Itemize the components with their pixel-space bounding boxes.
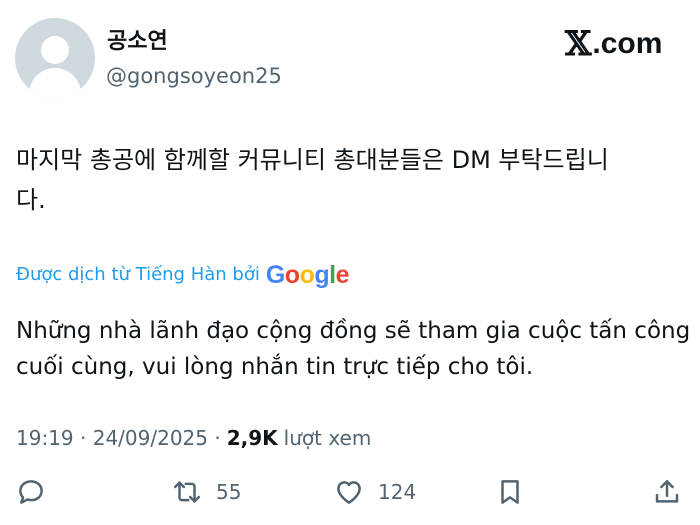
meta-separator: · bbox=[80, 426, 87, 450]
translation-label[interactable]: Được dịch từ Tiếng Hàn bởi bbox=[16, 262, 260, 288]
bookmark-button[interactable] bbox=[495, 470, 525, 514]
post-date[interactable]: 24/09/2025 bbox=[93, 424, 208, 452]
repost-button[interactable]: 55 bbox=[172, 470, 241, 514]
author-display-name[interactable]: 공소연 bbox=[107, 28, 168, 56]
tweet-meta: 19:19 · 24/09/2025 · 2,9K lượt xem bbox=[16, 424, 371, 452]
google-letter: g bbox=[314, 261, 330, 289]
google-letter: G bbox=[265, 261, 285, 289]
google-letter: o bbox=[284, 261, 300, 289]
translated-text: Những nhà lãnh đạo cộng đồng sẽ tham gia… bbox=[16, 318, 691, 380]
x-logo-icon: 𝕏 bbox=[565, 24, 592, 64]
views-label: lượt xem bbox=[283, 426, 372, 450]
google-letter: e bbox=[335, 261, 350, 289]
share-button[interactable] bbox=[652, 470, 682, 514]
repost-icon bbox=[173, 481, 201, 503]
repost-count: 55 bbox=[216, 480, 242, 504]
x-com-logo: 𝕏 .com bbox=[565, 24, 663, 64]
google-logo: Google bbox=[265, 261, 350, 289]
post-time[interactable]: 19:19 bbox=[16, 424, 74, 452]
avatar-head-shape bbox=[41, 36, 69, 64]
avatar[interactable] bbox=[15, 18, 95, 98]
bookmark-icon bbox=[501, 480, 519, 504]
avatar-body-shape bbox=[29, 68, 81, 98]
author-handle[interactable]: @gongsoyeon25 bbox=[106, 62, 282, 90]
share-icon bbox=[655, 480, 679, 503]
heart-icon bbox=[337, 481, 361, 504]
translation-attribution[interactable]: Được dịch từ Tiếng Hàn bởi Google bbox=[16, 261, 350, 289]
tweet-text: 마지막 총공에 함께할 커뮤니티 총대분들은 DM 부탁드립니 다. bbox=[16, 146, 609, 214]
google-letter: o bbox=[299, 261, 315, 289]
reply-button[interactable] bbox=[16, 470, 46, 514]
meta-separator: · bbox=[214, 426, 221, 450]
like-count: 124 bbox=[378, 480, 417, 504]
logo-domain-text: .com bbox=[592, 27, 663, 60]
views-count: 2,9K bbox=[226, 426, 278, 450]
action-bar: 55 124 bbox=[0, 470, 700, 514]
like-button[interactable]: 124 bbox=[334, 470, 416, 514]
reply-icon bbox=[19, 480, 43, 504]
